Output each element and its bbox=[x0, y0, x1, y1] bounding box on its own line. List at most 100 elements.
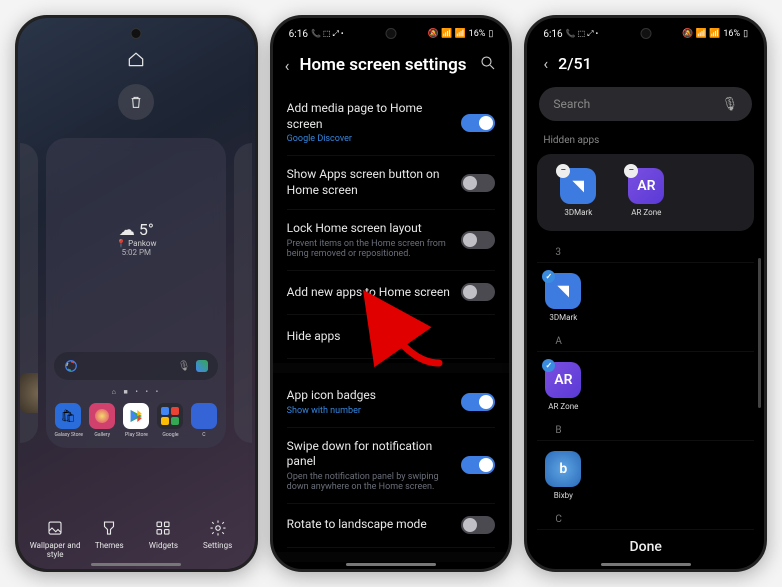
battery-icon: ▯ bbox=[488, 29, 493, 39]
google-search-bar[interactable]: 🎙 bbox=[54, 352, 218, 380]
phone-hide-apps: 6:16 📞 ⬚ ⤢ • 🔕 📶 📶 16% ▯ ‹ 2/51 Search 🎙… bbox=[524, 15, 767, 572]
app-item[interactable]: ◥✓3DMark bbox=[527, 263, 587, 328]
search-input[interactable]: Search 🎙 bbox=[539, 87, 752, 121]
widgets-icon bbox=[152, 517, 174, 539]
settings-row[interactable]: Show Apps screen button on Home screen bbox=[287, 156, 496, 210]
app-label: AR Zone bbox=[631, 208, 661, 217]
battery-pct: 16% bbox=[723, 29, 740, 39]
status-icons-right: 🔕 📶 📶 bbox=[428, 29, 466, 39]
phone-settings: 6:16 📞 ⬚ ⤢ • 🔕 📶 📶 16% ▯ ‹ Home screen s… bbox=[270, 15, 513, 572]
weather-temp: 5° bbox=[139, 220, 154, 239]
wallpaper-icon bbox=[44, 517, 66, 539]
settings-row[interactable]: Rotate to landscape mode bbox=[287, 504, 496, 548]
app-icon: ◥✓ bbox=[545, 273, 581, 309]
settings-row[interactable]: Add new apps to Home screen bbox=[287, 271, 496, 315]
setting-title: Swipe down for notification panel bbox=[287, 439, 452, 470]
bottom-wallpaper[interactable]: Wallpaper and style bbox=[28, 517, 82, 559]
hidden-apps-panel: ◥− 3DMark AR− AR Zone bbox=[537, 154, 754, 231]
setting-title: Add media page to Home screen bbox=[287, 101, 452, 132]
settings-row[interactable]: App icon badgesShow with number bbox=[287, 377, 496, 428]
setting-title: Hide apps bbox=[287, 329, 496, 345]
overview-card-home[interactable]: ☁ 5° 📍 Pankow 5:02 PM 🎙 🛍 Galaxy Store Gal… bbox=[46, 138, 226, 448]
status-icons-right: 🔕 📶 📶 bbox=[682, 29, 720, 39]
setting-title: Lock Home screen layout bbox=[287, 221, 452, 237]
themes-icon bbox=[98, 517, 120, 539]
status-icons-left: 📞 ⬚ ⤢ • bbox=[566, 29, 599, 39]
hidden-apps-header: Hidden apps bbox=[527, 129, 764, 152]
toggle-switch[interactable] bbox=[461, 283, 495, 301]
dock-app-2[interactable]: Play Store bbox=[120, 403, 152, 438]
section-letter: 3 bbox=[537, 239, 754, 263]
lens-icon[interactable] bbox=[196, 360, 208, 372]
settings-row[interactable]: About Home screen bbox=[287, 566, 496, 572]
toggle-switch[interactable] bbox=[461, 456, 495, 474]
section-letter: C bbox=[537, 506, 754, 530]
app-label: Bixby bbox=[554, 491, 573, 500]
toggle-switch[interactable] bbox=[461, 114, 495, 132]
app-icon: AR− bbox=[628, 168, 664, 204]
trash-icon[interactable] bbox=[118, 84, 154, 120]
status-time: 6:16 bbox=[543, 29, 562, 40]
overview-card-right[interactable] bbox=[234, 143, 252, 443]
setting-title: Add new apps to Home screen bbox=[287, 285, 452, 301]
bottom-settings[interactable]: Settings bbox=[191, 517, 245, 559]
overview-card-left[interactable] bbox=[20, 143, 38, 443]
checked-badge-icon: ✓ bbox=[542, 270, 555, 283]
app-icon bbox=[89, 403, 115, 429]
bottom-widgets[interactable]: Widgets bbox=[136, 517, 190, 559]
toggle-switch[interactable] bbox=[461, 393, 495, 411]
gesture-bar bbox=[601, 563, 691, 566]
dock-app-4[interactable]: C bbox=[188, 403, 220, 438]
app-icon: 🛍 bbox=[55, 403, 81, 429]
app-label: AR Zone bbox=[548, 402, 578, 411]
toggle-switch[interactable] bbox=[461, 174, 495, 192]
app-label: 3DMark bbox=[564, 208, 592, 217]
app-item[interactable]: AR✓AR Zone bbox=[527, 352, 587, 417]
app-icon bbox=[157, 403, 183, 429]
done-button[interactable]: Done bbox=[629, 539, 661, 555]
dock-app-0[interactable]: 🛍 Galaxy Store bbox=[52, 403, 84, 438]
battery-pct: 16% bbox=[469, 29, 486, 39]
remove-badge-icon[interactable]: − bbox=[624, 164, 638, 178]
mic-icon[interactable]: 🎙 bbox=[178, 361, 191, 372]
setting-title: Rotate to landscape mode bbox=[287, 517, 452, 533]
setting-sub: Open the notification panel by swiping d… bbox=[287, 472, 452, 492]
setting-title: Show Apps screen button on Home screen bbox=[287, 167, 452, 198]
app-label: Play Store bbox=[125, 432, 148, 438]
app-icon: ◥− bbox=[560, 168, 596, 204]
toggle-switch[interactable] bbox=[461, 231, 495, 249]
hidden-app[interactable]: ◥− 3DMark bbox=[553, 168, 603, 217]
setting-link: Google Discover bbox=[287, 134, 452, 144]
battery-icon: ▯ bbox=[743, 29, 748, 39]
app-label: C bbox=[203, 432, 206, 438]
dock-app-1[interactable]: Gallery bbox=[86, 403, 118, 438]
mic-icon[interactable]: 🎙 bbox=[722, 97, 739, 112]
back-icon[interactable]: ‹ bbox=[543, 54, 548, 73]
settings-row[interactable]: Hide apps bbox=[287, 315, 496, 359]
hidden-app[interactable]: AR− AR Zone bbox=[621, 168, 671, 217]
settings-row[interactable]: Add media page to Home screen Google Disc… bbox=[287, 90, 496, 156]
setting-title: App icon badges bbox=[287, 388, 452, 404]
status-time: 6:16 bbox=[289, 29, 308, 40]
home-pill-icon[interactable] bbox=[125, 48, 147, 70]
app-icon bbox=[123, 403, 149, 429]
weather-widget: ☁ 5° 📍 Pankow 5:02 PM bbox=[46, 220, 226, 257]
back-icon[interactable]: ‹ bbox=[285, 56, 290, 75]
bottom-label: Wallpaper and style bbox=[28, 541, 82, 559]
app-icon bbox=[191, 403, 217, 429]
app-item[interactable]: b Bixby bbox=[527, 441, 587, 506]
search-icon[interactable] bbox=[479, 54, 497, 76]
dock-app-3[interactable]: Google bbox=[154, 403, 186, 438]
scrollbar[interactable] bbox=[758, 258, 761, 408]
bottom-label: Settings bbox=[203, 541, 232, 550]
weather-loc: Pankow bbox=[128, 239, 156, 248]
app-label: Galaxy Store bbox=[54, 432, 82, 438]
bottom-themes[interactable]: Themes bbox=[82, 517, 136, 559]
settings-row[interactable]: Swipe down for notification panelOpen th… bbox=[287, 428, 496, 504]
remove-badge-icon[interactable]: − bbox=[556, 164, 570, 178]
settings-row[interactable]: Lock Home screen layout Prevent items on … bbox=[287, 210, 496, 271]
toggle-switch[interactable] bbox=[461, 516, 495, 534]
section-letter: A bbox=[537, 328, 754, 352]
app-icon: b bbox=[545, 451, 581, 487]
setting-sub: Prevent items on the Home screen from be… bbox=[287, 239, 452, 259]
